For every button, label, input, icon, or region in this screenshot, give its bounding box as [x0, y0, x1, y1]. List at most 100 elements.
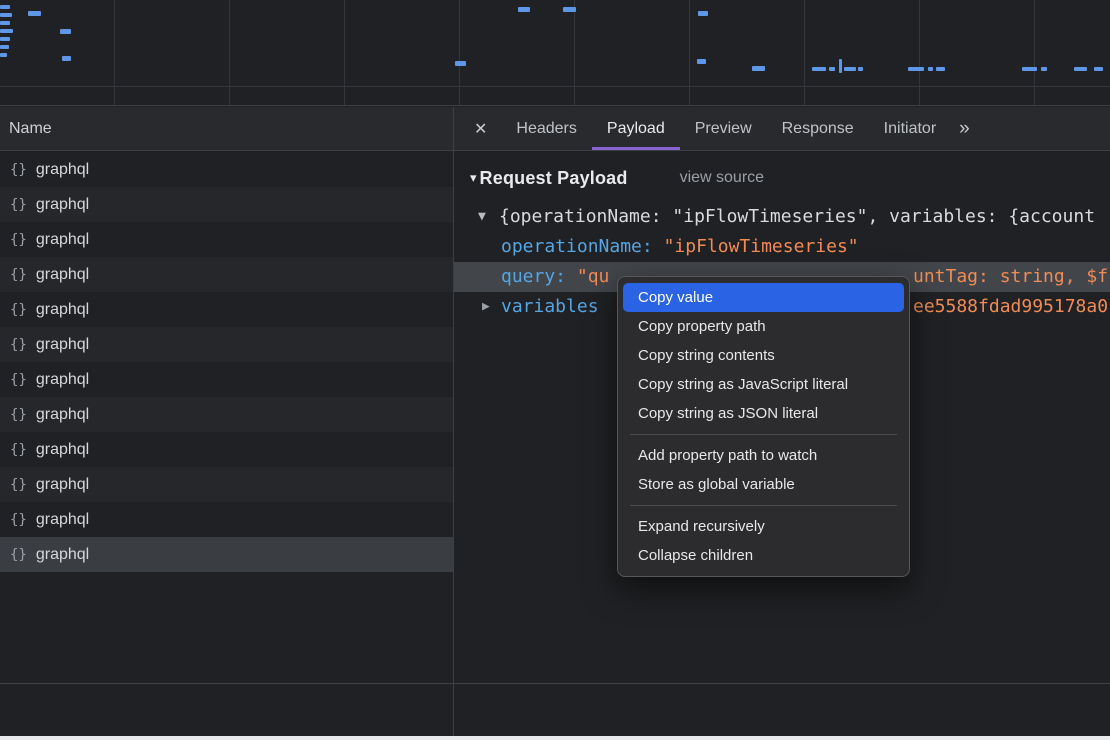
overview-gridline	[344, 0, 345, 105]
json-braces-icon: {}	[10, 337, 27, 353]
menu-item-copy-value[interactable]: Copy value	[623, 283, 904, 312]
page-bottom-edge	[0, 736, 1110, 740]
network-activity-bar	[1094, 67, 1103, 71]
request-name: graphql	[36, 266, 89, 284]
network-activity-bar	[563, 7, 576, 12]
property-key: operationName:	[501, 236, 664, 257]
overview-baseline	[0, 86, 1110, 87]
menu-item-copy-string-as-javascript-literal[interactable]: Copy string as JavaScript literal	[618, 370, 909, 399]
collapsed-triangle-icon[interactable]: ▶	[482, 292, 490, 322]
more-tabs-icon[interactable]: »	[959, 118, 970, 140]
name-column-label: Name	[9, 120, 52, 138]
network-overview-timeline[interactable]	[0, 0, 1110, 106]
request-row[interactable]: {} graphql	[0, 187, 453, 222]
request-name: graphql	[36, 336, 89, 354]
root-object-preview: {operationName: "ipFlowTimeseries", vari…	[499, 206, 1095, 227]
request-row[interactable]: {} graphql	[0, 362, 453, 397]
menu-separator	[630, 505, 897, 506]
overview-gridline	[574, 0, 575, 105]
json-braces-icon: {}	[10, 512, 27, 528]
overview-gridline	[919, 0, 920, 105]
tab-response[interactable]: Response	[767, 107, 869, 150]
panel-divider[interactable]	[453, 107, 454, 736]
network-activity-bar	[698, 11, 708, 16]
request-name: graphql	[36, 406, 89, 424]
request-name: graphql	[36, 546, 89, 564]
tab-preview[interactable]: Preview	[680, 107, 767, 150]
request-row[interactable]: {} graphql	[0, 222, 453, 257]
tree-root-row[interactable]: ▼ {operationName: "ipFlowTimeseries", va…	[454, 202, 1110, 232]
json-braces-icon: {}	[10, 232, 27, 248]
network-activity-bar	[1074, 67, 1087, 71]
expanded-triangle-icon[interactable]: ▼	[478, 202, 486, 232]
request-row[interactable]: {} graphql	[0, 502, 453, 537]
request-row[interactable]: {}graphql	[0, 257, 453, 292]
status-footer	[0, 684, 1110, 736]
menu-item-copy-property-path[interactable]: Copy property path	[618, 312, 909, 341]
network-activity-bar	[1022, 67, 1037, 71]
network-activity-bar	[0, 29, 13, 33]
tab-initiator[interactable]: Initiator	[869, 107, 951, 150]
tab-payload[interactable]: Payload	[592, 107, 680, 150]
request-row[interactable]: {}graphql	[0, 397, 453, 432]
menu-item-store-as-global-variable[interactable]: Store as global variable	[618, 470, 909, 499]
request-row[interactable]: {} graphql	[0, 467, 453, 502]
overview-gridline	[229, 0, 230, 105]
close-icon[interactable]: ✕	[466, 119, 501, 139]
request-name: graphql	[36, 476, 89, 494]
menu-item-collapse-children[interactable]: Collapse children	[618, 541, 909, 570]
network-activity-bar	[0, 53, 7, 57]
overview-gridline	[1034, 0, 1035, 105]
network-activity-bar	[812, 67, 826, 71]
network-activity-bar	[858, 67, 863, 71]
json-braces-icon: {}	[10, 442, 27, 458]
network-activity-bar	[928, 67, 933, 71]
context-menu: Copy valueCopy property pathCopy string …	[617, 276, 910, 577]
name-column-header[interactable]: Name	[0, 107, 453, 151]
network-activity-bar	[60, 29, 71, 34]
json-braces-icon: {}	[10, 372, 27, 388]
menu-separator	[630, 434, 897, 435]
network-activity-bar	[0, 45, 9, 49]
menu-item-expand-recursively[interactable]: Expand recursively	[618, 512, 909, 541]
network-activity-bar	[0, 13, 12, 17]
network-activity-bar	[0, 21, 10, 25]
devtools-network-panel: Name ✕ HeadersPayloadPreviewResponseInit…	[0, 0, 1110, 740]
request-row[interactable]: {}graphql	[0, 432, 453, 467]
request-name: graphql	[36, 196, 89, 214]
request-name: graphql	[36, 231, 89, 249]
network-activity-bar	[28, 11, 41, 16]
overview-gridline	[804, 0, 805, 105]
menu-item-copy-string-contents[interactable]: Copy string contents	[618, 341, 909, 370]
overview-gridline	[689, 0, 690, 105]
network-activity-bar	[844, 67, 856, 71]
json-braces-icon: {}	[10, 162, 27, 178]
request-row[interactable]: {}graphql	[0, 152, 453, 187]
request-name: graphql	[36, 371, 89, 389]
network-activity-bar	[518, 7, 530, 12]
section-collapse-icon[interactable]: ▾	[470, 170, 477, 186]
tab-headers[interactable]: Headers	[501, 107, 591, 150]
json-braces-icon: {}	[10, 197, 27, 213]
network-activity-bar	[0, 5, 10, 9]
property-value-right: ee5588fdad995178a0	[913, 292, 1108, 322]
network-activity-bar	[455, 61, 466, 66]
property-value: "ipFlowTimeseries"	[664, 236, 859, 257]
json-braces-icon: {}	[10, 302, 27, 318]
request-row[interactable]: {} graphql	[0, 327, 453, 362]
view-source-link[interactable]: view source	[680, 169, 764, 187]
property-value-left: "qu	[577, 266, 610, 287]
request-payload-section: ▾ Request Payload view source	[454, 163, 1110, 193]
property-value-right: untTag: string, $f	[913, 262, 1108, 292]
menu-item-copy-string-as-json-literal[interactable]: Copy string as JSON literal	[618, 399, 909, 428]
json-braces-icon: {}	[10, 477, 27, 493]
network-activity-bar	[1041, 67, 1047, 71]
request-name: graphql	[36, 511, 89, 529]
menu-item-add-property-path-to-watch[interactable]: Add property path to watch	[618, 441, 909, 470]
property-key: query:	[501, 266, 577, 287]
json-braces-icon: {}	[10, 547, 27, 563]
request-row[interactable]: {} graphql	[0, 292, 453, 327]
request-row[interactable]: {} graphql	[0, 537, 453, 572]
request-name: graphql	[36, 301, 89, 319]
tree-row-operation-name[interactable]: operationName: "ipFlowTimeseries"	[454, 232, 1110, 262]
